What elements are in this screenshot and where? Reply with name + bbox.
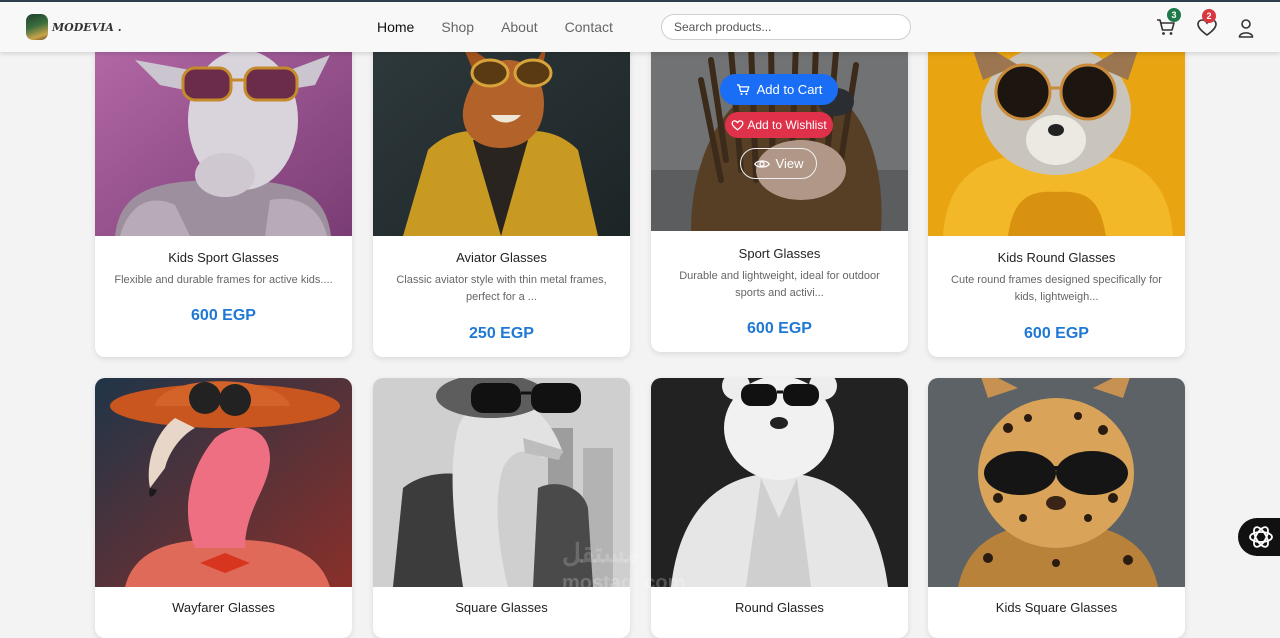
product-image[interactable] <box>373 30 630 236</box>
nav-shop[interactable]: Shop <box>441 19 474 35</box>
account-button[interactable] <box>1236 17 1256 39</box>
product-image[interactable] <box>928 378 1185 587</box>
polar-bear-in-robe-image <box>651 378 908 587</box>
nav-links: Home Shop About Contact <box>377 19 640 35</box>
wishlist-count-badge: 2 <box>1202 9 1216 23</box>
product-card[interactable]: Square Glasses <box>373 378 630 638</box>
product-title[interactable]: Kids Sport Glasses <box>95 250 352 265</box>
cart-button[interactable]: 3 <box>1155 8 1181 38</box>
nav-contact[interactable]: Contact <box>565 19 613 35</box>
leopard-with-sunglasses-image <box>928 378 1185 587</box>
navbar: MODEVIA . Home Shop About Contact 3 2 <box>0 2 1280 52</box>
cart-icon <box>736 84 749 96</box>
product-card[interactable]: Kids Round Glasses Cute round frames des… <box>928 30 1185 357</box>
brand-logo[interactable]: MODEVIA . <box>26 14 122 40</box>
logo-image <box>26 14 48 40</box>
product-title[interactable]: Kids Square Glasses <box>928 600 1185 615</box>
ai-assistant-icon <box>1249 526 1273 548</box>
nav-home[interactable]: Home <box>377 19 414 35</box>
nav-about[interactable]: About <box>501 19 538 35</box>
product-description: Cute round frames designed specifically … <box>951 274 1162 303</box>
product-card[interactable]: Add to Cart Add to Wishlist View Sport G… <box>651 30 908 352</box>
user-icon <box>1238 19 1254 38</box>
product-card[interactable]: Kids Sport Glasses Flexible and durable … <box>95 30 352 357</box>
product-description: Flexible and durable frames for active k… <box>114 274 333 286</box>
product-title[interactable]: Aviator Glasses <box>373 250 630 265</box>
product-price: 600 EGP <box>747 320 812 337</box>
search-input[interactable] <box>661 14 911 40</box>
product-price: 250 EGP <box>469 325 534 342</box>
product-price: 600 EGP <box>1024 325 1089 342</box>
goat-with-sunglasses-image <box>95 30 352 236</box>
product-description: Classic aviator style with thin metal fr… <box>396 274 607 303</box>
product-card[interactable]: Wayfarer Glasses <box>95 378 352 638</box>
add-to-wishlist-button[interactable]: Add to Wishlist <box>725 112 833 138</box>
flamingo-with-hat-image <box>95 378 352 587</box>
wishlist-button[interactable]: 2 <box>1196 9 1218 39</box>
product-price: 600 EGP <box>191 307 256 324</box>
chat-widget-button[interactable] <box>1238 518 1280 556</box>
product-title[interactable]: Wayfarer Glasses <box>95 600 352 615</box>
product-card[interactable]: Round Glasses <box>651 378 908 638</box>
product-image[interactable] <box>928 30 1185 236</box>
watermark-arabic: مستقل <box>562 538 640 568</box>
product-image[interactable] <box>95 378 352 587</box>
product-description: Durable and lightweight, ideal for outdo… <box>679 270 880 299</box>
product-card[interactable]: Aviator Glasses Classic aviator style wi… <box>373 30 630 357</box>
product-title[interactable]: Sport Glasses <box>651 246 908 261</box>
product-image[interactable] <box>651 378 908 587</box>
add-to-wishlist-label: Add to Wishlist <box>747 118 827 132</box>
product-title[interactable]: Square Glasses <box>373 600 630 615</box>
cart-count-badge: 3 <box>1167 8 1181 22</box>
product-image[interactable] <box>95 30 352 236</box>
add-to-cart-label: Add to Cart <box>756 82 823 97</box>
heart-icon <box>731 120 744 131</box>
fox-with-aviators-image <box>373 30 630 236</box>
view-button[interactable]: View <box>740 148 817 179</box>
add-to-cart-button[interactable]: Add to Cart <box>720 74 838 105</box>
watermark-latin: mostaqi.com <box>562 572 686 594</box>
fox-with-round-glasses-image <box>928 30 1185 236</box>
brand-name: MODEVIA . <box>52 20 122 34</box>
eye-icon <box>753 159 770 168</box>
product-title[interactable]: Round Glasses <box>651 600 908 615</box>
product-card[interactable]: Kids Square Glasses <box>928 378 1185 638</box>
view-label: View <box>775 156 804 171</box>
product-title[interactable]: Kids Round Glasses <box>928 250 1185 265</box>
